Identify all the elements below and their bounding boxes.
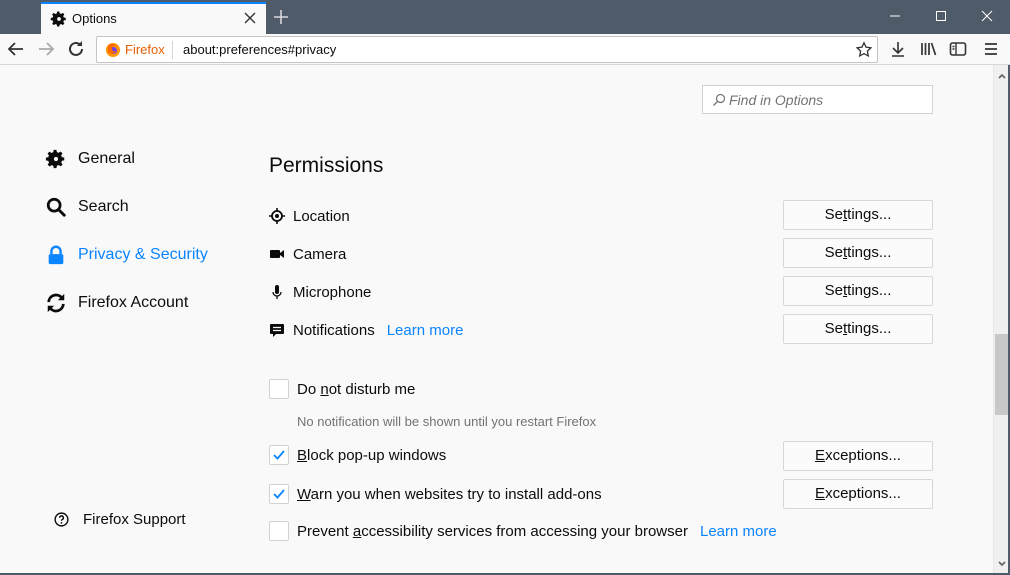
permission-label: Notifications <box>293 321 375 339</box>
scroll-up-icon[interactable] <box>997 71 1007 81</box>
search-icon <box>713 93 726 106</box>
permission-camera: Camera <box>269 243 346 265</box>
search-icon <box>46 197 66 217</box>
notification-icon <box>270 324 284 337</box>
do-not-disturb-row: Do not disturb me <box>269 378 415 400</box>
permission-location: Location <box>269 205 350 227</box>
library-icon[interactable] <box>919 39 939 59</box>
sidebar-label: Privacy & Security <box>78 246 208 263</box>
accessibility-row: Prevent accessibility services from acce… <box>269 520 777 542</box>
microphone-settings-button[interactable]: Settings... <box>783 276 933 306</box>
forward-icon[interactable] <box>35 38 57 60</box>
url-bar[interactable]: Firefox about:preferences#privacy <box>96 36 878 63</box>
identity-label: Firefox <box>125 42 165 57</box>
permission-microphone: Microphone <box>269 281 371 303</box>
permission-label: Location <box>293 207 350 225</box>
camera-icon <box>270 250 284 258</box>
addon-exceptions-button[interactable]: Exceptions... <box>783 479 933 509</box>
camera-settings-button[interactable]: Settings... <box>783 238 933 268</box>
lock-icon <box>48 245 64 265</box>
prevent-accessibility-checkbox[interactable] <box>269 521 289 541</box>
prevent-accessibility-label[interactable]: Prevent accessibility services from acce… <box>297 523 688 540</box>
sidebar-label: Firefox Account <box>78 294 189 311</box>
sync-icon <box>47 293 65 313</box>
browser-window: Options Firefox about:preferences#privac… <box>0 0 1010 575</box>
microphone-icon <box>272 285 282 299</box>
do-not-disturb-label[interactable]: Do not disturb me <box>297 381 415 398</box>
minimize-icon <box>890 15 900 17</box>
tab-strip: Options <box>0 0 1010 34</box>
tab-options[interactable]: Options <box>41 2 266 34</box>
url-text[interactable]: about:preferences#privacy <box>183 42 336 57</box>
popup-exceptions-button[interactable]: Exceptions... <box>783 441 933 471</box>
sidebar-item-firefox-account[interactable]: Firefox Account <box>45 290 188 316</box>
warn-addons-label[interactable]: Warn you when websites try to install ad… <box>297 486 602 503</box>
find-in-options[interactable] <box>702 85 933 114</box>
support-label: Firefox Support <box>83 511 186 528</box>
sidebar-item-general[interactable]: General <box>45 146 135 172</box>
help-icon <box>54 512 69 527</box>
location-settings-button[interactable]: Settings... <box>783 200 933 230</box>
block-popups-row: Block pop-up windows <box>269 444 446 466</box>
nav-bar: Firefox about:preferences#privacy <box>0 34 1010 65</box>
back-icon[interactable] <box>5 38 27 60</box>
sidebar-label: General <box>78 150 135 167</box>
do-not-disturb-checkbox[interactable] <box>269 379 289 399</box>
maximize-button[interactable] <box>918 0 964 32</box>
downloads-icon[interactable] <box>888 39 908 59</box>
permission-notifications: Notifications Learn more <box>269 319 463 341</box>
checkmark-icon <box>273 450 285 460</box>
checkmark-icon <box>273 489 285 499</box>
tab-title: Options <box>72 11 117 26</box>
maximize-icon <box>936 11 946 21</box>
do-not-disturb-hint: No notification will be shown until you … <box>297 414 597 429</box>
permission-label: Microphone <box>293 283 372 301</box>
close-tab-icon[interactable] <box>241 9 259 27</box>
block-popups-label[interactable]: Block pop-up windows <box>297 447 446 464</box>
minimize-button[interactable] <box>872 0 918 32</box>
gear-icon <box>50 11 66 27</box>
notifications-settings-button[interactable]: Settings... <box>783 314 933 344</box>
url-separator <box>172 41 173 59</box>
notifications-learn-more-link[interactable]: Learn more <box>387 322 464 339</box>
gear-icon <box>45 149 65 169</box>
bookmark-star-icon[interactable] <box>855 41 873 59</box>
menu-icon[interactable] <box>981 39 1001 59</box>
block-popups-checkbox[interactable] <box>269 445 289 465</box>
warn-addons-row: Warn you when websites try to install ad… <box>269 483 602 505</box>
close-window-button[interactable] <box>964 0 1010 32</box>
accessibility-learn-more-link[interactable]: Learn more <box>700 523 777 540</box>
scroll-down-icon[interactable] <box>997 559 1007 569</box>
preferences-content: General Search Privacy & Security Firefo… <box>0 65 993 573</box>
firefox-logo-icon <box>106 43 120 57</box>
search-input[interactable] <box>729 90 927 110</box>
firefox-support-link[interactable]: Firefox Support <box>54 511 186 528</box>
sidebar-icon[interactable] <box>948 39 968 59</box>
plus-icon[interactable] <box>272 8 290 26</box>
scrollbar-thumb[interactable] <box>995 334 1009 415</box>
location-icon <box>269 208 285 224</box>
sidebar-item-search[interactable]: Search <box>45 194 129 220</box>
section-title-permissions: Permissions <box>269 154 384 177</box>
warn-addons-checkbox[interactable] <box>269 484 289 504</box>
permission-label: Camera <box>293 245 347 263</box>
sidebar-label: Search <box>78 198 129 215</box>
close-icon <box>981 10 993 22</box>
vertical-scrollbar[interactable] <box>993 65 1009 573</box>
reload-icon[interactable] <box>65 38 87 60</box>
sidebar-item-privacy-security[interactable]: Privacy & Security <box>45 242 208 268</box>
